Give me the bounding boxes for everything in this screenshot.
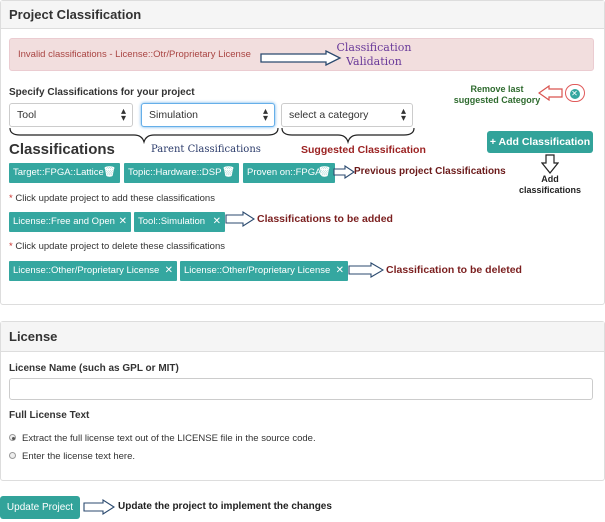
select-value: select a category — [289, 109, 369, 121]
specify-label: Specify Classifications for your project — [9, 87, 195, 98]
suggested-brace — [281, 127, 415, 145]
add-tag: License::Free and Open ✕ — [9, 212, 131, 232]
remove-x-icon[interactable]: ✕ — [165, 265, 173, 276]
license-name-input[interactable] — [9, 378, 593, 400]
radio-extract[interactable] — [9, 434, 16, 441]
tag-label: License::Other/Proprietary License — [13, 265, 160, 276]
panel-title: Project Classification — [1, 1, 604, 29]
add-classification-button[interactable]: + Add Classification — [487, 131, 593, 153]
annotation-to-be-added: Classifications to be added — [257, 213, 393, 225]
annotation-add-line2: classifications — [518, 185, 582, 195]
annotation-parent: Parent Classifications — [151, 144, 261, 155]
category-select-tool[interactable]: Tool ▴ ▾ — [9, 103, 133, 127]
annotation-suggested: Suggested Classification — [301, 144, 426, 156]
annotation-add: Add classifications — [512, 174, 588, 196]
note-delete: * Click update project to delete these c… — [9, 241, 225, 252]
annotation-remove-last: Remove last suggested Category — [452, 84, 542, 106]
previous-arrow — [333, 165, 355, 179]
tag-label: Proven on::FPGA — [247, 167, 322, 178]
alert-text: Invalid classifications - License::Otr/P… — [18, 49, 251, 60]
annotation-remove-last-line2: suggested Category — [453, 95, 541, 105]
validation-arrow — [260, 50, 342, 66]
classifications-heading: Classifications — [9, 141, 115, 158]
license-name-label: License Name (such as GPL or MIT) — [9, 363, 179, 374]
note-add-text: Click update project to add these classi… — [15, 193, 215, 204]
tag-label: Topic::Hardware::DSP — [128, 167, 222, 178]
tag-label: License::Free and Open — [13, 216, 115, 227]
remove-x-icon[interactable]: ✕ — [213, 216, 221, 227]
select-value: Tool — [17, 109, 37, 121]
add-tag: Tool::Simulation ✕ — [134, 212, 225, 232]
to-be-added-arrow — [225, 211, 255, 227]
license-title: License — [1, 322, 604, 352]
trash-icon[interactable]: 🗑 — [222, 167, 235, 178]
annotation-update: Update the project to implement the chan… — [118, 501, 332, 512]
annotation-validation-line2: Validation — [346, 55, 402, 68]
annotation-validation-line1: Classification — [336, 41, 412, 54]
remove-category-button[interactable]: ✕ — [565, 84, 585, 102]
update-project-button[interactable]: Update Project — [0, 496, 80, 519]
required-star: * — [9, 241, 13, 252]
trash-icon[interactable]: 🗑 — [318, 167, 331, 178]
note-delete-text: Click update project to delete these cla… — [15, 241, 225, 252]
to-be-deleted-arrow — [348, 262, 384, 278]
radio-enter[interactable] — [9, 452, 16, 459]
category-select-suggested[interactable]: select a category ▴ ▾ — [281, 103, 413, 127]
update-arrow — [83, 499, 115, 515]
remove-x-icon[interactable]: ✕ — [119, 216, 127, 227]
radio-enter-label: Enter the license text here. — [22, 451, 136, 462]
close-icon: ✕ — [569, 88, 580, 99]
annotation-add-line1: Add — [541, 174, 559, 184]
tag-label: License::Other/Proprietary License — [184, 265, 331, 276]
previous-tag: Target::FPGA::Lattice 🗑 — [9, 163, 120, 183]
select-caret-icon: ▴ ▾ — [262, 106, 268, 124]
previous-tag: Proven on::FPGA 🗑 — [243, 163, 335, 183]
delete-tag: License::Other/Proprietary License ✕ — [180, 261, 348, 281]
tag-label: Target::FPGA::Lattice — [13, 167, 104, 178]
select-caret-icon: ▴ ▾ — [400, 106, 406, 124]
remove-arrow — [538, 85, 563, 101]
delete-tag: License::Other/Proprietary License ✕ — [9, 261, 177, 281]
select-caret-icon: ▴ ▾ — [120, 106, 126, 124]
trash-icon[interactable]: 🗑 — [103, 167, 116, 178]
full-license-label: Full License Text — [9, 410, 90, 421]
annotation-remove-last-line1: Remove last — [470, 84, 524, 94]
remove-x-icon[interactable]: ✕ — [336, 265, 344, 276]
previous-tag: Topic::Hardware::DSP 🗑 — [124, 163, 239, 183]
note-add: * Click update project to add these clas… — [9, 193, 215, 204]
required-star: * — [9, 193, 13, 204]
annotation-to-be-deleted: Classification to be deleted — [386, 264, 522, 276]
radio-extract-label: Extract the full license text out of the… — [22, 433, 316, 444]
tag-label: Tool::Simulation — [138, 216, 206, 227]
annotation-validation: Classification Validation — [336, 41, 412, 69]
select-value: Simulation — [149, 109, 199, 121]
annotation-previous: Previous project Classifications — [354, 166, 506, 177]
add-arrow — [541, 154, 559, 174]
category-select-simulation[interactable]: Simulation ▴ ▾ — [141, 103, 275, 127]
